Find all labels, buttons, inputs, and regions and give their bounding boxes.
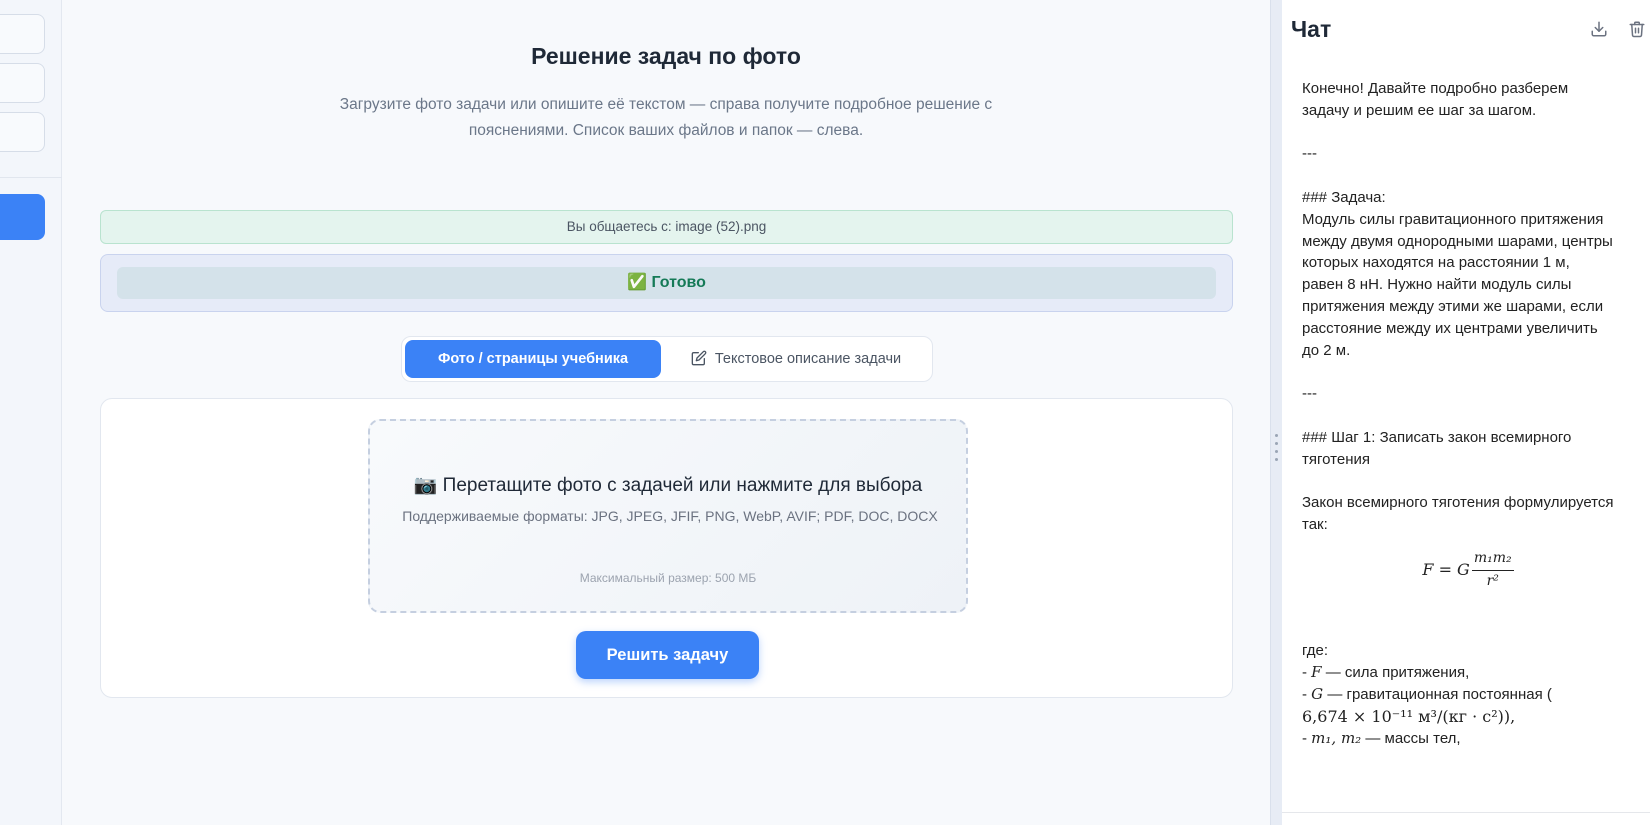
dropzone-formats: Поддерживаемые форматы: JPG, JPEG, JFIF,… — [402, 508, 938, 524]
chat-task-heading: ### Задача: — [1302, 188, 1386, 206]
panel-splitter[interactable] — [1270, 0, 1282, 825]
trash-icon[interactable] — [1628, 20, 1648, 40]
chat-item-g-value: 6,674 × 10⁻¹¹ м³/(кг · с²)), — [1302, 706, 1516, 726]
edit-icon — [691, 350, 715, 367]
chat-intro: Конечно! Давайте подробно разберем задач… — [1302, 80, 1569, 119]
chat-separator: --- — [1302, 385, 1317, 403]
main-area: Решение задач по фото Загрузите фото зад… — [62, 0, 1270, 825]
chat-where: где: — [1302, 642, 1329, 660]
page-title: Решение задач по фото — [531, 43, 801, 69]
chat-item-f: - F — сила притяжения, — [1302, 663, 1470, 682]
formula-lhs: F = G — [1422, 560, 1470, 580]
formula-numerator: m₁m₂ — [1471, 548, 1514, 571]
chat-panel: Чат Конечно! Давайте подробно разберем з… — [1282, 0, 1650, 825]
dropzone-max-size: Максимальный размер: 500 МБ — [579, 571, 757, 585]
chat-separator: --- — [1302, 145, 1317, 163]
tab-text-description[interactable]: Текстовое описание задачи — [664, 340, 928, 378]
dropzone-title: 📷 Перетащите фото с задачей или нажмите … — [413, 475, 923, 496]
chat-law-text: Закон всемирного тяготения формулируется… — [1302, 494, 1614, 533]
status-panel: ✅ Готово — [100, 254, 1233, 312]
file-dropzone[interactable]: 📷 Перетащите фото с задачей или нажмите … — [368, 419, 968, 613]
chat-item-m: - m₁, m₂ — массы тел, — [1302, 728, 1461, 747]
gravity-formula: F = G m₁m₂ r² — [1322, 548, 1614, 593]
drag-handle-icon — [1275, 434, 1279, 468]
chat-item-g: - G — гравитационная постоянная ( — [1302, 684, 1552, 703]
sidebar-button-3[interactable] — [0, 112, 45, 152]
chat-step1-heading: ### Шаг 1: Записать закон всемирного тяг… — [1302, 428, 1572, 468]
solve-button[interactable]: Решить задачу — [576, 631, 759, 679]
chat-task-text: Модуль силы гравитационного притяжения м… — [1302, 210, 1613, 359]
upload-card: 📷 Перетащите фото с задачей или нажмите … — [100, 398, 1233, 698]
chat-bottom-border — [1282, 812, 1650, 813]
formula-denominator: r² — [1486, 572, 1499, 589]
tab-photo[interactable]: Фото / страницы учебника — [405, 340, 661, 378]
sidebar-divider — [0, 177, 62, 178]
chat-message: Конечно! Давайте подробно разберем задач… — [1302, 78, 1614, 749]
page-subtitle: Загрузите фото задачи или опишите её тек… — [339, 96, 993, 139]
chat-title: Чат — [1291, 16, 1332, 42]
status-message: ✅ Готово — [117, 267, 1216, 299]
chat-with-banner: Вы общаетесь с: image (52).png — [100, 210, 1233, 244]
tab-text-label: Текстовое описание задачи — [714, 351, 902, 367]
left-sidebar — [0, 0, 62, 825]
sidebar-active-item[interactable] — [0, 194, 45, 240]
sidebar-button-2[interactable] — [0, 63, 45, 103]
sidebar-button-1[interactable] — [0, 14, 45, 54]
download-icon[interactable] — [1590, 20, 1610, 40]
input-mode-tabs: Фото / страницы учебника Текстовое описа… — [401, 336, 933, 382]
